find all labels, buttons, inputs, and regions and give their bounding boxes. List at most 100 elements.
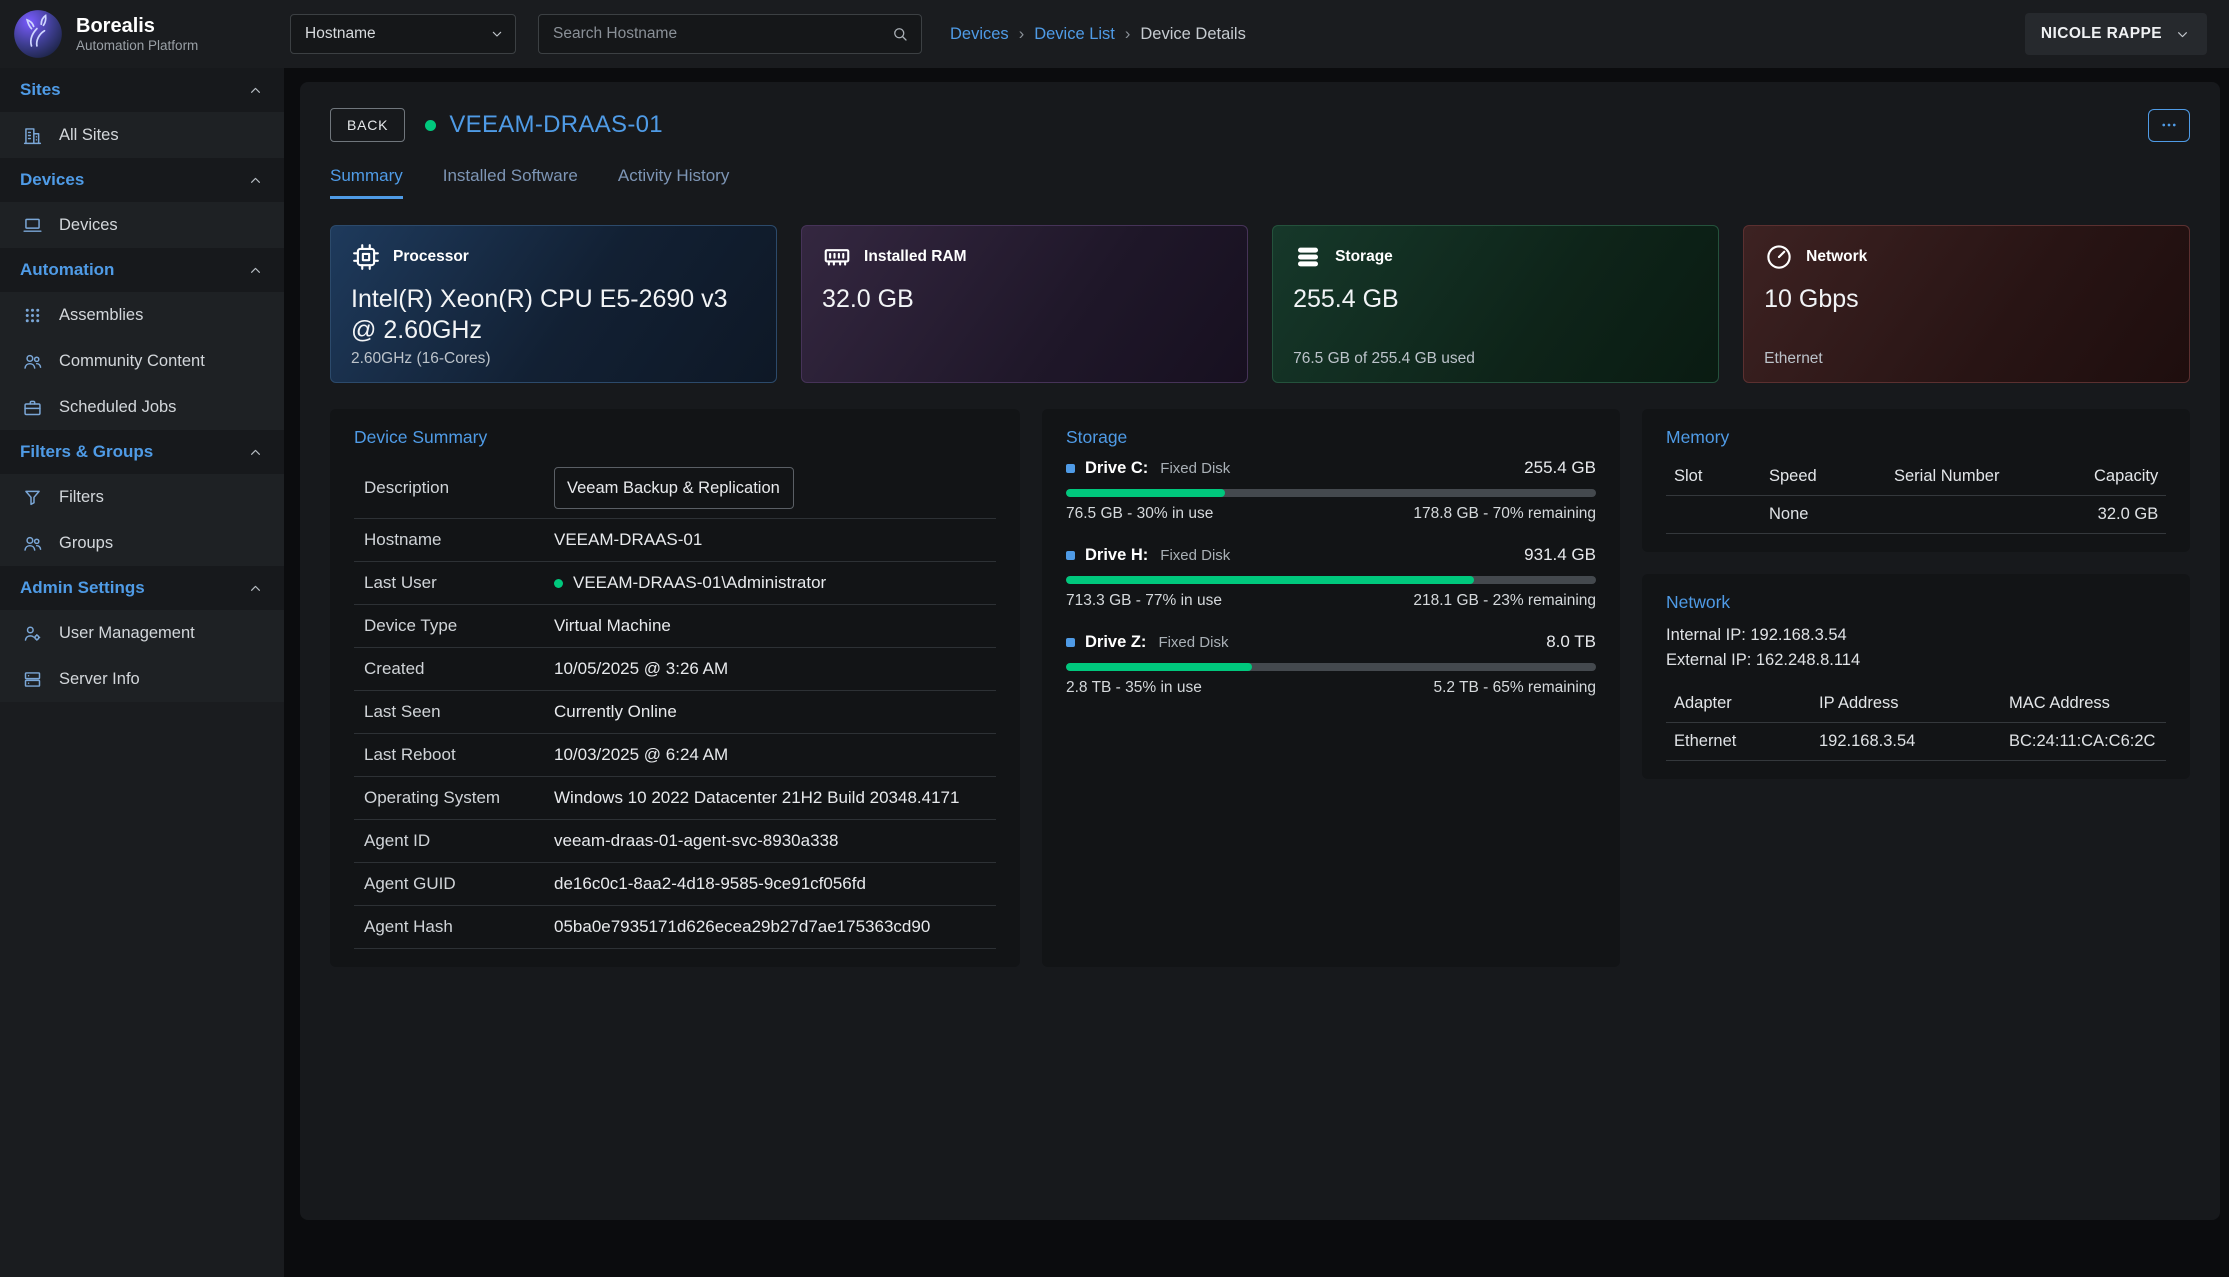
memory-table-row: None 32.0 GB xyxy=(1666,496,2166,534)
drive-name: Drive C: xyxy=(1085,459,1148,478)
sidebar-item-community-content[interactable]: Community Content xyxy=(0,338,284,384)
card-label: Storage xyxy=(1335,248,1393,266)
drive-used-label: 2.8 TB - 35% in use xyxy=(1066,679,1202,697)
chevron-up-icon xyxy=(247,262,264,279)
row-label: Operating System xyxy=(364,788,554,808)
chevron-up-icon xyxy=(247,580,264,597)
row-value: Virtual Machine xyxy=(554,616,986,636)
gauge-icon xyxy=(1764,242,1794,272)
row-label: Created xyxy=(364,659,554,679)
search-icon[interactable] xyxy=(891,25,909,43)
summary-row-last-user: Last User VEEAM-DRAAS-01\Administrator xyxy=(354,562,996,605)
sidebar-item-devices[interactable]: Devices xyxy=(0,202,284,248)
brand-subtitle: Automation Platform xyxy=(76,38,198,53)
network-adapter: Ethernet xyxy=(1674,732,1819,751)
sidebar-item-label: Assemblies xyxy=(59,306,143,325)
user-menu-button[interactable]: NICOLE RAPPE xyxy=(2025,13,2207,55)
sidebar-item-groups[interactable]: Groups xyxy=(0,520,284,566)
section-label: Devices xyxy=(20,170,84,190)
search-input[interactable] xyxy=(551,24,891,44)
chevron-down-icon xyxy=(2174,26,2191,43)
device-details-panel: BACK VEEAM-DRAAS-01 Summary Installed So… xyxy=(300,82,2220,1220)
online-status-dot xyxy=(554,579,563,588)
chevron-up-icon xyxy=(247,444,264,461)
external-ip: External IP: 162.248.8.114 xyxy=(1666,648,2166,673)
breadcrumb-devices[interactable]: Devices xyxy=(950,25,1009,44)
processor-value: Intel(R) Xeon(R) CPU E5-2690 v3 @ 2.60GH… xyxy=(351,284,756,346)
sidebar-item-label: All Sites xyxy=(59,126,119,145)
topbar: Borealis Automation Platform Hostname De… xyxy=(0,0,2229,68)
lower-panels: Device Summary Description Hostname VEEA… xyxy=(330,409,2190,967)
sidebar-item-scheduled-jobs[interactable]: Scheduled Jobs xyxy=(0,384,284,430)
memory-panel: Memory Slot Speed Serial Number Capacity… xyxy=(1642,409,2190,552)
memory-panel-title: Memory xyxy=(1666,427,2166,448)
back-button[interactable]: BACK xyxy=(330,108,405,142)
tab-activity-history[interactable]: Activity History xyxy=(618,166,729,199)
sidebar-section-admin-settings[interactable]: Admin Settings xyxy=(0,566,284,610)
sidebar-item-assemblies[interactable]: Assemblies xyxy=(0,292,284,338)
summary-row-description: Description xyxy=(354,458,996,519)
chevron-up-icon xyxy=(247,82,264,99)
search-field-dropdown[interactable]: Hostname xyxy=(290,14,516,54)
sidebar-item-server-info[interactable]: Server Info xyxy=(0,656,284,702)
row-label: Description xyxy=(364,478,554,498)
breadcrumb-device-list[interactable]: Device List xyxy=(1034,25,1115,44)
drive-size: 931.4 GB xyxy=(1524,545,1596,565)
network-value: 10 Gbps xyxy=(1764,284,2169,315)
sidebar-section-filters-groups[interactable]: Filters & Groups xyxy=(0,430,284,474)
summary-row-agent-id: Agent ID veeam-draas-01-agent-svc-8930a3… xyxy=(354,820,996,863)
sidebar-item-all-sites[interactable]: All Sites xyxy=(0,112,284,158)
sidebar-item-user-management[interactable]: User Management xyxy=(0,610,284,656)
row-value: 05ba0e7935171d626ecea29b27d7ae175363cd90 xyxy=(554,917,986,937)
col-header-ip-address: IP Address xyxy=(1819,694,2009,713)
summary-row-operating-system: Operating System Windows 10 2022 Datacen… xyxy=(354,777,996,820)
memory-chip-icon xyxy=(822,242,852,272)
description-input[interactable] xyxy=(554,467,794,509)
card-label: Installed RAM xyxy=(864,248,966,266)
network-ip-address: 192.168.3.54 xyxy=(1819,732,2009,751)
drive-remaining-label: 178.8 GB - 70% remaining xyxy=(1413,505,1596,523)
row-label: Last User xyxy=(364,573,554,593)
search-box xyxy=(538,14,922,54)
drive-type: Fixed Disk xyxy=(1160,460,1230,477)
drive-bullet-icon xyxy=(1066,638,1075,647)
building-icon xyxy=(22,125,43,146)
server-icon xyxy=(22,669,43,690)
tab-installed-software[interactable]: Installed Software xyxy=(443,166,578,199)
sidebar-item-label: Scheduled Jobs xyxy=(59,398,176,417)
breadcrumb-separator: › xyxy=(1019,25,1025,44)
sidebar-item-filters[interactable]: Filters xyxy=(0,474,284,520)
summary-row-last-reboot: Last Reboot 10/03/2025 @ 6:24 AM xyxy=(354,734,996,777)
network-card: Network 10 Gbps Ethernet xyxy=(1743,225,2190,383)
device-tabs: Summary Installed Software Activity Hist… xyxy=(330,166,2190,199)
chevron-up-icon xyxy=(247,172,264,189)
row-value: veeam-draas-01-agent-svc-8930a338 xyxy=(554,831,986,851)
section-label: Admin Settings xyxy=(20,578,145,598)
breadcrumb: Devices › Device List › Device Details xyxy=(950,25,1246,44)
summary-row-created: Created 10/05/2025 @ 3:26 AM xyxy=(354,648,996,691)
row-label: Agent Hash xyxy=(364,917,554,937)
network-mac-address: BC:24:11:CA:C6:2C xyxy=(2009,732,2158,751)
sidebar-section-devices[interactable]: Devices xyxy=(0,158,284,202)
drive-type: Fixed Disk xyxy=(1158,634,1228,651)
main-content: BACK VEEAM-DRAAS-01 Summary Installed So… xyxy=(284,68,2229,1277)
row-label: Last Seen xyxy=(364,702,554,722)
summary-row-agent-hash: Agent Hash 05ba0e7935171d626ecea29b27d7a… xyxy=(354,906,996,949)
network-table-header: Adapter IP Address MAC Address xyxy=(1666,685,2166,723)
more-options-button[interactable] xyxy=(2148,109,2190,142)
ram-value: 32.0 GB xyxy=(822,284,1227,315)
row-value: 10/05/2025 @ 3:26 AM xyxy=(554,659,986,679)
section-label: Filters & Groups xyxy=(20,442,153,462)
sidebar: Sites All Sites Devices Devices xyxy=(0,68,284,1277)
row-value: VEEAM-DRAAS-01\Administrator xyxy=(573,573,826,593)
sidebar-section-automation[interactable]: Automation xyxy=(0,248,284,292)
device-header: BACK VEEAM-DRAAS-01 xyxy=(330,108,2190,142)
row-value: de16c0c1-8aa2-4d18-9585-9ce91cf056fd xyxy=(554,874,986,894)
sidebar-section-sites[interactable]: Sites xyxy=(0,68,284,112)
memory-slot xyxy=(1674,505,1769,524)
drive-c: Drive C: Fixed Disk 255.4 GB 76.5 GB - 3… xyxy=(1066,458,1596,523)
tab-summary[interactable]: Summary xyxy=(330,166,403,199)
section-label: Automation xyxy=(20,260,114,280)
card-label: Processor xyxy=(393,248,469,266)
row-value: Currently Online xyxy=(554,702,986,722)
